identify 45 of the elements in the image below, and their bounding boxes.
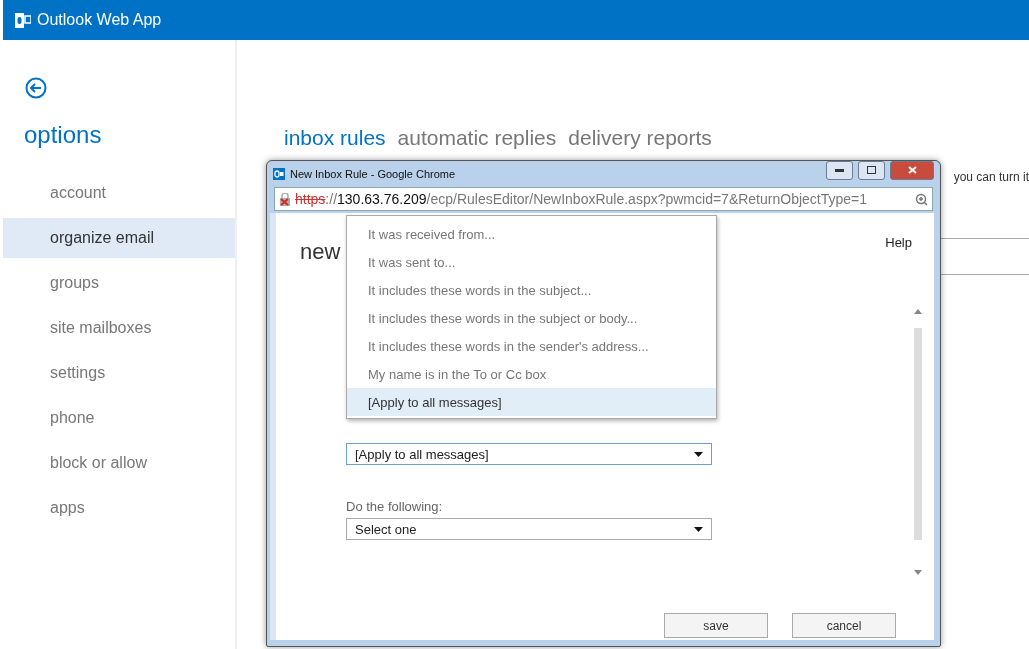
tab[interactable]: automatic replies	[397, 126, 557, 150]
dropdown-option[interactable]: It includes these words in the sender's address...	[347, 332, 716, 360]
dropdown-option[interactable]: It was sent to...	[347, 248, 716, 276]
caret-icon	[694, 526, 703, 532]
outlook-logo-icon	[15, 12, 31, 28]
minimize-icon	[835, 168, 844, 172]
app-title: Outlook Web App	[37, 11, 162, 29]
sidebar-item[interactable]: site mailboxes	[3, 308, 235, 348]
condition-select[interactable]: [Apply to all messages]	[346, 443, 712, 465]
sidebar-item[interactable]: groups	[3, 263, 235, 303]
minimize-button[interactable]	[826, 160, 853, 180]
options-title: options	[24, 121, 103, 149]
dropdown-option[interactable]: It includes these words in the subject...	[347, 276, 716, 304]
sidebar-item[interactable]: apps	[3, 488, 235, 528]
outlook-logo-icon	[273, 168, 285, 180]
cancel-button[interactable]: cancel	[792, 613, 896, 638]
sidebar-item[interactable]: account	[3, 173, 235, 213]
dropdown-option[interactable]: It was received from...	[347, 220, 716, 248]
sidebar-item[interactable]: organize email	[3, 218, 235, 258]
sidebar-item[interactable]: phone	[3, 398, 235, 438]
action-select[interactable]: Select one	[346, 518, 712, 540]
sidebar-item[interactable]: settings	[3, 353, 235, 393]
field-label: Do the following:	[346, 499, 444, 514]
tab[interactable]: delivery reports	[568, 126, 712, 150]
scroll-up-icon[interactable]	[914, 309, 922, 314]
back-icon[interactable]	[25, 77, 47, 99]
sidebar-item[interactable]: block or allow	[3, 443, 235, 483]
address-field[interactable]: https://130.63.76.209/ecp/RulesEditor/NewInboxRule.aspx?pwmcid=7&ReturnObjectType=1	[274, 187, 933, 211]
close-icon	[907, 166, 917, 174]
window-title: New Inbox Rule - Google Chrome	[290, 168, 457, 180]
scroll-down-icon[interactable]	[914, 570, 922, 575]
caret-icon	[694, 451, 703, 457]
help-link[interactable]: Help	[885, 235, 912, 250]
close-button[interactable]	[890, 160, 934, 180]
maximize-button[interactable]	[858, 160, 885, 180]
tab[interactable]: inbox rules	[284, 126, 386, 150]
maximize-icon	[867, 166, 876, 174]
save-button[interactable]: save	[664, 613, 768, 638]
page-heading: new	[300, 239, 341, 265]
description-text: you can turn it	[953, 170, 1029, 184]
dropdown-option[interactable]: [Apply to all messages]	[347, 388, 716, 416]
zoom-icon[interactable]	[915, 192, 928, 206]
dropdown-option[interactable]: My name is in the To or Cc box	[347, 360, 716, 388]
dropdown-option[interactable]: It includes these words in the subject or body...	[347, 304, 716, 332]
insecure-lock-icon	[279, 192, 291, 206]
